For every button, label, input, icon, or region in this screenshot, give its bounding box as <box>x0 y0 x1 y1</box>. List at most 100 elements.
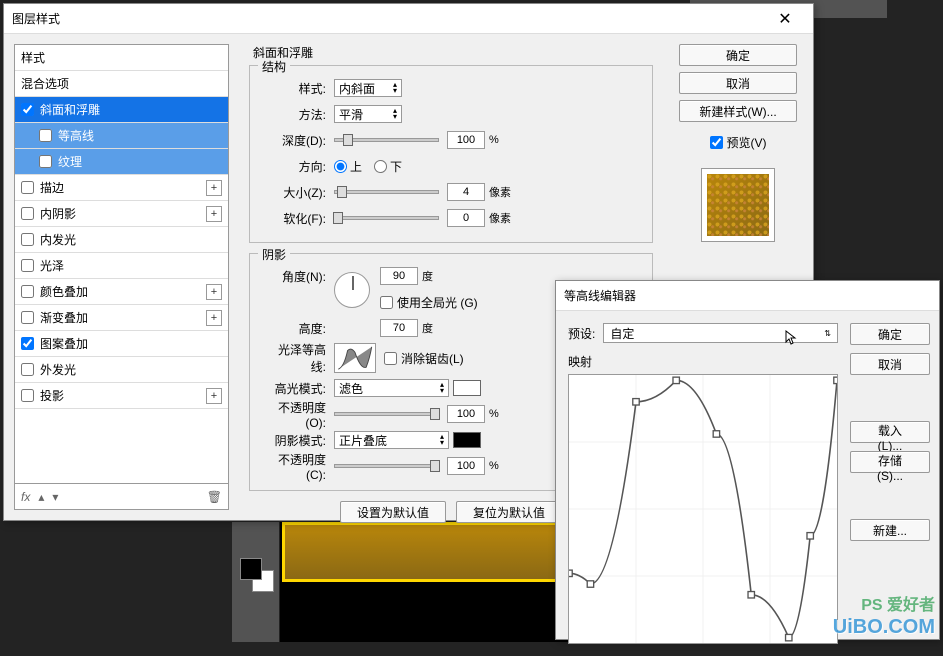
contour-load-button[interactable]: 载入(L)... <box>850 421 930 443</box>
add-icon[interactable]: + <box>206 284 222 300</box>
reset-default-button[interactable]: 复位为默认值 <box>456 501 562 523</box>
opacity-c-input[interactable] <box>447 457 485 475</box>
sidebar-item-bevel[interactable]: 斜面和浮雕 <box>15 97 228 123</box>
sidebar-item-outer-glow[interactable]: 外发光 <box>15 357 228 383</box>
soften-slider[interactable] <box>334 216 439 220</box>
opacity-c-slider[interactable] <box>334 464 439 468</box>
chevron-updown-icon: ▴▾ <box>393 108 397 120</box>
make-default-button[interactable]: 设置为默认值 <box>340 501 446 523</box>
sidebar-item-texture[interactable]: 纹理 <box>15 149 228 175</box>
direction-label: 方向: <box>264 158 334 175</box>
outer-glow-checkbox[interactable] <box>21 363 34 376</box>
technique-select[interactable]: 平滑▴▾ <box>334 105 402 123</box>
shadow-mode-select[interactable]: 正片叠底▴▾ <box>334 431 449 449</box>
gradient-overlay-checkbox[interactable] <box>21 311 34 324</box>
watermark-text: PS 爱好者 <box>861 591 935 615</box>
highlight-color-swatch[interactable] <box>453 380 481 396</box>
new-style-button[interactable]: 新建样式(W)... <box>679 100 797 122</box>
dialog-titlebar[interactable]: 图层样式 ✕ <box>4 4 813 34</box>
add-icon[interactable]: + <box>206 180 222 196</box>
shadow-color-swatch[interactable] <box>453 432 481 448</box>
depth-slider[interactable] <box>334 138 439 142</box>
sidebar-header-styles[interactable]: 样式 <box>15 45 228 71</box>
sidebar-item-inner-glow[interactable]: 内发光 <box>15 227 228 253</box>
altitude-input[interactable] <box>380 319 418 337</box>
inner-shadow-checkbox[interactable] <box>21 207 34 220</box>
sidebar-item-inner-shadow[interactable]: 内阴影+ <box>15 201 228 227</box>
size-label: 大小(Z): <box>264 184 334 201</box>
gloss-contour-label: 光泽等高线: <box>264 341 334 375</box>
add-icon[interactable]: + <box>206 206 222 222</box>
chevron-updown-icon: ▴▾ <box>440 382 444 394</box>
sidebar-item-gradient-overlay[interactable]: 渐变叠加+ <box>15 305 228 331</box>
soften-unit: 像素 <box>489 210 511 226</box>
shadow-mode-label: 阴影模式: <box>264 432 334 449</box>
soften-input[interactable] <box>447 209 485 227</box>
bevel-checkbox[interactable] <box>21 103 34 116</box>
sidebar-item-drop-shadow[interactable]: 投影+ <box>15 383 228 409</box>
style-label: 样式: <box>264 80 334 97</box>
arrow-up-icon[interactable]: ▴ <box>38 490 44 504</box>
opacity-o-label: 不透明度(O): <box>264 399 334 430</box>
direction-down-radio[interactable]: 下 <box>374 158 402 175</box>
mapping-label: 映射 <box>568 353 838 370</box>
size-input[interactable] <box>447 183 485 201</box>
sidebar-item-satin[interactable]: 光泽 <box>15 253 228 279</box>
close-icon[interactable]: ✕ <box>765 5 805 33</box>
foreground-color-swatch[interactable] <box>240 558 262 580</box>
contour-title: 等高线编辑器 <box>564 287 931 304</box>
inner-glow-checkbox[interactable] <box>21 233 34 246</box>
highlight-mode-label: 高光模式: <box>264 380 334 397</box>
contour-save-button[interactable]: 存储(S)... <box>850 451 930 473</box>
sidebar-footer: fx ▴ ▾ 🗑 <box>15 483 228 509</box>
depth-input[interactable] <box>447 131 485 149</box>
sidebar-item-stroke[interactable]: 描边+ <box>15 175 228 201</box>
color-overlay-checkbox[interactable] <box>21 285 34 298</box>
drop-shadow-checkbox[interactable] <box>21 389 34 402</box>
opacity-c-label: 不透明度(C): <box>264 451 334 482</box>
global-light-checkbox[interactable]: 使用全局光 (G) <box>380 294 478 311</box>
preset-select[interactable]: 自定 ⇅ <box>603 323 838 343</box>
arrow-down-icon[interactable]: ▾ <box>52 490 58 504</box>
gloss-contour-picker[interactable] <box>334 343 376 373</box>
style-select[interactable]: 内斜面▴▾ <box>334 79 402 97</box>
ok-button[interactable]: 确定 <box>679 44 797 66</box>
shading-legend: 阴影 <box>258 246 290 263</box>
contour-titlebar[interactable]: 等高线编辑器 <box>556 281 939 311</box>
cancel-button[interactable]: 取消 <box>679 72 797 94</box>
angle-unit: 度 <box>422 268 433 284</box>
opacity-o-input[interactable] <box>447 405 485 423</box>
opacity-c-unit: % <box>489 460 499 472</box>
trash-icon[interactable]: 🗑 <box>207 490 222 504</box>
size-slider[interactable] <box>334 190 439 194</box>
pattern-overlay-checkbox[interactable] <box>21 337 34 350</box>
contour-cancel-button[interactable]: 取消 <box>850 353 930 375</box>
size-unit: 像素 <box>489 184 511 200</box>
contour-curve-editor[interactable] <box>568 374 838 644</box>
sidebar-item-color-overlay[interactable]: 颜色叠加+ <box>15 279 228 305</box>
contour-ok-button[interactable]: 确定 <box>850 323 930 345</box>
sidebar-item-pattern-overlay[interactable]: 图案叠加 <box>15 331 228 357</box>
opacity-o-slider[interactable] <box>334 412 439 416</box>
contour-editor-dialog: 等高线编辑器 预设: 自定 ⇅ 映射 <box>555 280 940 640</box>
satin-checkbox[interactable] <box>21 259 34 272</box>
antialias-checkbox[interactable]: 消除锯齿(L) <box>384 350 464 367</box>
preview-checkbox[interactable]: 预览(V) <box>710 134 767 151</box>
contour-checkbox[interactable] <box>39 129 52 142</box>
add-icon[interactable]: + <box>206 388 222 404</box>
watermark-url: UiBO.COM <box>833 616 935 639</box>
angle-dial[interactable] <box>334 272 370 308</box>
sidebar-header-blend[interactable]: 混合选项 <box>15 71 228 97</box>
texture-checkbox[interactable] <box>39 155 52 168</box>
sidebar-item-contour[interactable]: 等高线 <box>15 123 228 149</box>
preview-thumbnail <box>702 169 774 241</box>
contour-new-button[interactable]: 新建... <box>850 519 930 541</box>
highlight-mode-select[interactable]: 滤色▴▾ <box>334 379 449 397</box>
structure-fieldset: 结构 样式: 内斜面▴▾ 方法: 平滑▴▾ 深度(D): % 方向: <box>249 65 653 243</box>
opacity-o-unit: % <box>489 408 499 420</box>
stroke-checkbox[interactable] <box>21 181 34 194</box>
direction-up-radio[interactable]: 上 <box>334 158 362 175</box>
angle-input[interactable] <box>380 267 418 285</box>
add-icon[interactable]: + <box>206 310 222 326</box>
altitude-label: 高度: <box>264 320 334 337</box>
